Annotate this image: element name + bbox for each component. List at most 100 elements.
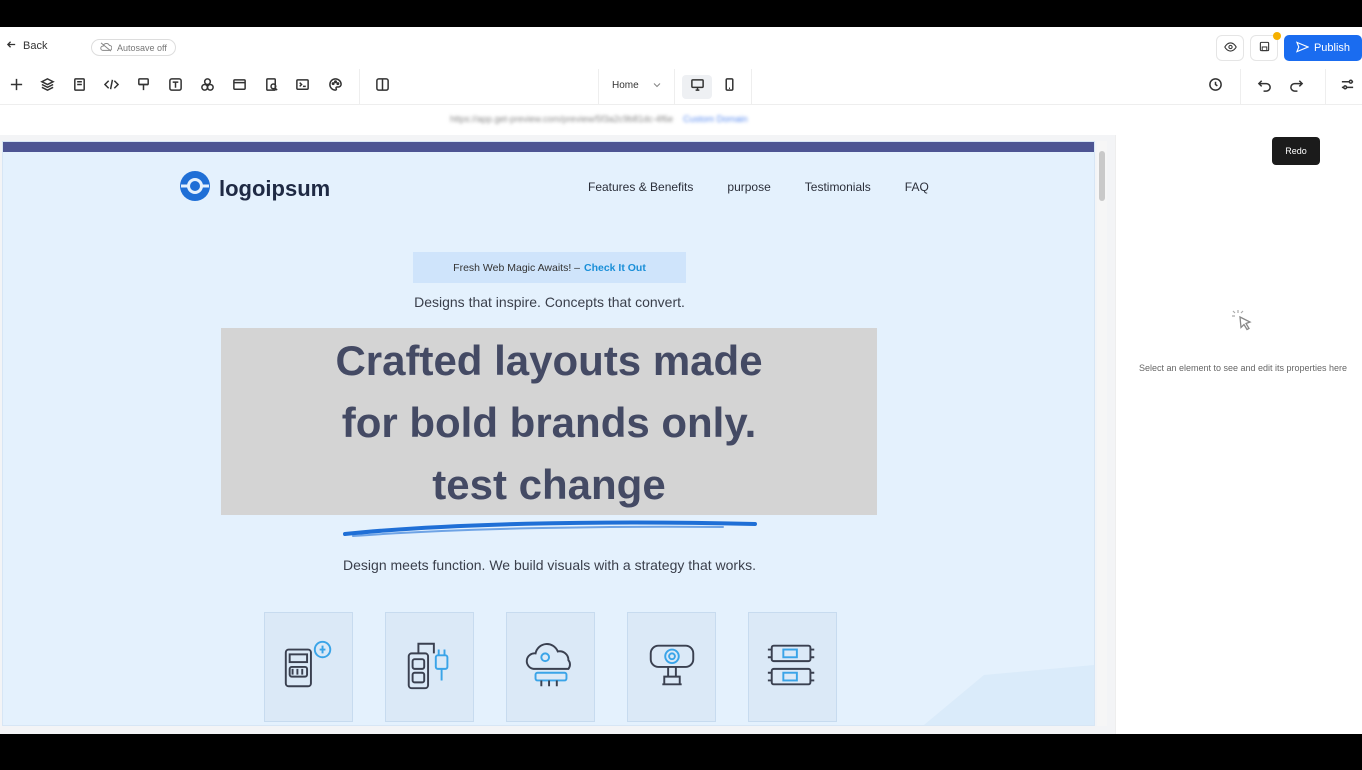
page-select-value: Home: [612, 80, 639, 91]
eye-icon: [1223, 39, 1237, 57]
nav-link-testimonials[interactable]: Testimonials: [805, 180, 871, 194]
monitor-icon: [690, 77, 705, 97]
toolbar-divider: [751, 69, 752, 105]
pages-button[interactable]: [71, 77, 87, 97]
palette-icon: [328, 77, 343, 97]
top-bar: Back Autosave off Publish: [0, 27, 1362, 69]
text-icon: [168, 77, 183, 97]
history-button[interactable]: [1207, 77, 1223, 97]
canvas-scrollbar[interactable]: [1097, 141, 1107, 726]
power-plug-icon: [401, 636, 459, 699]
feature-card[interactable]: [627, 612, 716, 722]
hero-line: test change: [432, 461, 666, 508]
plus-icon: [9, 77, 24, 97]
banner-cta-link[interactable]: Check It Out: [584, 262, 646, 274]
decorative-shape: [924, 665, 1094, 725]
site-preview[interactable]: logoipsum Features & Benefits purpose Te…: [2, 141, 1095, 726]
empty-selection-message: Select an element to see and edit its pr…: [1138, 363, 1348, 373]
autosave-label: Autosave off: [117, 42, 167, 53]
text-button[interactable]: [167, 77, 183, 97]
toolbar-divider: [1240, 69, 1241, 105]
toolbar-divider: [359, 69, 360, 105]
undo-button[interactable]: [1256, 79, 1272, 95]
hero-heading: Crafted layouts made for bold brands onl…: [221, 328, 877, 516]
site-logo[interactable]: logoipsum: [179, 170, 330, 207]
desktop-view-button[interactable]: [689, 79, 705, 95]
hero-subtext: Design meets function. We build visuals …: [343, 557, 756, 573]
save-icon: [1259, 39, 1270, 57]
back-button[interactable]: Back: [6, 39, 47, 53]
editor-toolbar: Home: [0, 69, 1362, 105]
arrow-left-icon: [6, 39, 17, 53]
nav-link-features[interactable]: Features & Benefits: [588, 180, 693, 194]
components-icon: [200, 77, 215, 97]
seo-button[interactable]: [263, 78, 279, 95]
redo-icon: [1289, 77, 1304, 97]
terminal-button[interactable]: [294, 79, 310, 95]
sliders-icon: [1340, 77, 1355, 97]
feature-cards: [264, 612, 837, 722]
page-select[interactable]: Home: [612, 80, 661, 91]
browser-window-icon: [232, 77, 247, 97]
canvas-scroll-thumb[interactable]: [1099, 151, 1105, 201]
mobile-icon: [722, 77, 737, 97]
toolbar-divider: [674, 69, 675, 105]
feature-card[interactable]: [264, 612, 353, 722]
components-button[interactable]: [199, 77, 215, 97]
sections-button[interactable]: [231, 79, 247, 95]
redo-tooltip: Redo: [1272, 137, 1320, 165]
theme-button[interactable]: [327, 77, 343, 97]
layers-button[interactable]: [39, 78, 55, 95]
pointer-click-icon: [1228, 307, 1258, 342]
editor-window: Back Autosave off Publish Home https://a…: [0, 27, 1362, 734]
circuit-boards-icon: [764, 636, 822, 699]
editor-canvas: logoipsum Features & Benefits purpose Te…: [0, 135, 1115, 734]
code-button[interactable]: [103, 79, 119, 95]
feature-card[interactable]: [506, 612, 595, 722]
unsaved-indicator: [1273, 32, 1281, 40]
columns-icon: [375, 77, 390, 97]
clock-icon: [1208, 77, 1223, 97]
banner-text: Fresh Web Magic Awaits! –: [453, 261, 580, 274]
settings-panel-button[interactable]: [1339, 79, 1355, 95]
preview-url: https://app.get-preview.com/preview/5f3a…: [450, 114, 674, 124]
logo-text: logoipsum: [219, 175, 331, 201]
cloud-off-icon: [100, 41, 113, 54]
cloud-server-icon: [522, 636, 580, 699]
letterbox-top: [0, 0, 1362, 27]
nav-link-faq[interactable]: FAQ: [905, 180, 929, 194]
add-element-button[interactable]: [8, 77, 24, 97]
toolbar-divider: [1325, 69, 1326, 105]
letterbox-bottom: [0, 734, 1362, 770]
hero-line: Crafted layouts made: [335, 337, 763, 384]
battery-meter-icon: [280, 636, 338, 699]
nav-link-purpose[interactable]: purpose: [727, 180, 770, 194]
toolbar-divider: [598, 69, 599, 105]
paint-brush-icon: [136, 77, 151, 97]
split-view-button[interactable]: [374, 77, 390, 97]
publish-button[interactable]: Publish: [1284, 35, 1362, 61]
mobile-view-button[interactable]: [721, 77, 737, 97]
send-icon: [1295, 40, 1310, 56]
page-icon: [72, 77, 87, 97]
back-label: Back: [23, 40, 48, 52]
properties-panel: Select an element to see and edit its pr…: [1115, 135, 1362, 734]
site-nav: Features & Benefits purpose Testimonials…: [588, 180, 929, 194]
autosave-toggle[interactable]: Autosave off: [91, 39, 176, 56]
preview-url-bar: https://app.get-preview.com/preview/5f3a…: [450, 111, 940, 127]
hero-heading-selected[interactable]: Crafted layouts made for bold brands onl…: [221, 328, 877, 515]
custom-domain-link[interactable]: Custom Domain: [683, 114, 748, 124]
feature-card[interactable]: [385, 612, 474, 722]
announcement-banner[interactable]: Fresh Web Magic Awaits! – Check It Out: [413, 252, 686, 283]
feature-card[interactable]: [748, 612, 837, 722]
brush-underline: [343, 520, 757, 537]
preview-button[interactable]: [1216, 35, 1244, 61]
terminal-icon: [295, 77, 310, 97]
styles-button[interactable]: [135, 77, 151, 97]
logo-mark-icon: [179, 170, 211, 207]
webcam-icon: [643, 636, 701, 699]
save-button[interactable]: [1250, 32, 1281, 61]
redo-button[interactable]: [1288, 79, 1304, 95]
hero-line: for bold brands only.: [341, 399, 757, 446]
site-top-strip: [3, 142, 1094, 152]
